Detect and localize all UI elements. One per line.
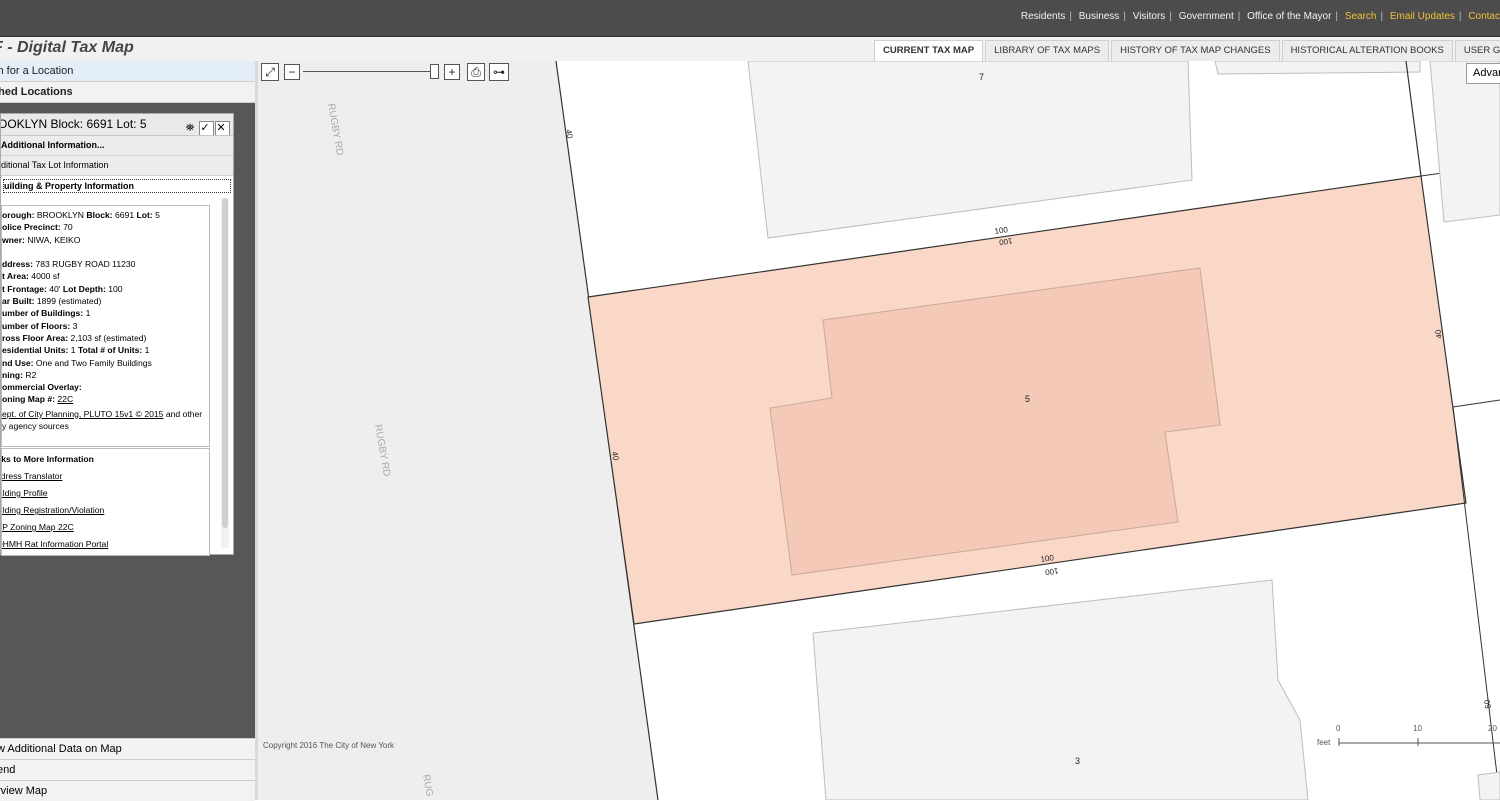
lot-line-right-mid [1452, 399, 1500, 408]
top-nav-links: Residents | Business | Visitors | Governmen… [1020, 11, 1500, 22]
dim-label-far-right: 50 [1482, 698, 1493, 709]
zoom-extent-icon[interactable]: ⤢ [261, 63, 279, 81]
dim-label-left-top: 40 [564, 129, 575, 140]
nav-link-contact[interactable]: Contac [1468, 11, 1500, 22]
info-address-line: ddress: 783 RUGBY ROAD 11230 [2, 259, 136, 270]
close-icon[interactable]: ✕ [215, 121, 230, 135]
main-tabs: CURRENT TAX MAP LIBRARY OF TAX MAPS HISTOR… [874, 40, 1500, 61]
additional-info-row[interactable]: Additional Information... [1, 136, 233, 156]
result-title-bar: OOKLYN Block: 6691 Lot: 5 ⛯ ✓ ✕ [1, 114, 233, 136]
measure-icon[interactable]: ⊶ [489, 63, 509, 81]
map-drawing: RUGBY RD RUGBY RD RUG 7 5 3 40 40 40 100… [258, 61, 1500, 800]
info-year-built-line: ar Built: 1899 (estimated) [2, 296, 102, 307]
zoom-out-icon[interactable]: − [284, 64, 300, 80]
link-rat-info-portal[interactable]: OHMH Rat Information Portal [2, 536, 209, 553]
scale-tick-0: 0 [1336, 724, 1341, 733]
nav-link-business[interactable]: Business [1079, 11, 1120, 22]
nav-link-office-of-mayor[interactable]: Office of the Mayor [1247, 11, 1331, 22]
result-title: OOKLYN Block: 6691 Lot: 5 [1, 117, 147, 131]
scrollbar-thumb[interactable] [222, 198, 228, 528]
nav-link-government[interactable]: Government [1179, 11, 1234, 22]
search-result-panel: OOKLYN Block: 6691 Lot: 5 ⛯ ✓ ✕ Additional… [0, 113, 234, 556]
top-navigation-bar: Residents | Business | Visitors | Governmen… [0, 0, 1500, 37]
building-lot-3 [812, 579, 1309, 800]
links-title: nks to More Information [1, 454, 94, 464]
link-building-registration[interactable]: uilding Registration/Violation [2, 502, 209, 519]
info-scrollbar[interactable] [221, 198, 229, 548]
info-lot-area-line: t Area: 4000 sf [2, 271, 60, 282]
info-num-floors-line: umber of Floors: 3 [2, 320, 78, 331]
advanced-button[interactable]: Advan [1466, 63, 1500, 84]
info-source-line-2: y agency sources [2, 421, 69, 432]
street-area [258, 61, 658, 800]
info-blank-line [2, 246, 209, 258]
info-zoning-map-line: oning Map #: 22C [2, 394, 74, 405]
dim-label-bottom-outer: 100 [1040, 553, 1055, 564]
scale-tick-20: 20 [1488, 724, 1497, 733]
info-source-line: ept. of City Planning, PLUTO 15v1 © 2015… [2, 408, 203, 419]
info-land-use-line: nd Use: One and Two Family Buildings [2, 357, 152, 368]
lot-label-3: 3 [1075, 756, 1080, 766]
dim-label-top-outer: 100 [994, 225, 1009, 236]
print-icon[interactable]: ⎙ [467, 63, 485, 81]
building-right-upper [1429, 61, 1500, 223]
search-location-header[interactable]: ch for a Location [0, 61, 255, 82]
link-building-profile[interactable]: uilding Profile [2, 485, 209, 502]
legend-header[interactable]: end [0, 759, 255, 780]
zoom-slider-knob[interactable] [430, 64, 439, 79]
building-top-right [1214, 61, 1421, 75]
info-frontage-line: t Frontage: 40' Lot Depth: 100 [2, 283, 123, 294]
pluto-source-link[interactable]: ept. of City Planning, PLUTO 15v1 © 2015 [2, 409, 163, 419]
additional-data-header[interactable]: w Additional Data on Map [0, 738, 255, 759]
info-commercial-overlay-line: ommercial Overlay: [2, 382, 82, 393]
tab-history-of-tax-map-changes[interactable]: HISTORY OF TAX MAP CHANGES [1111, 40, 1280, 61]
overview-map-header[interactable]: rview Map [0, 780, 255, 801]
zoom-slider-track[interactable] [303, 71, 433, 72]
link-zoning-map[interactable]: CP Zoning Map 22C [2, 519, 209, 536]
zoom-in-icon[interactable]: + [444, 64, 460, 80]
tax-lot-info-row[interactable]: ditional Tax Lot Information [1, 156, 233, 176]
dim-label-bottom-inner: 100 [1044, 566, 1059, 577]
lot-label-7: 7 [979, 72, 984, 82]
building-property-info-row[interactable]: uilding & Property Information [3, 179, 231, 193]
binoculars-icon[interactable]: ⛯ [185, 122, 198, 135]
more-info-links-box: nks to More Information ddress Translato… [1, 448, 210, 556]
nav-link-email-updates[interactable]: Email Updates [1390, 11, 1455, 22]
zoning-map-link[interactable]: 22C [57, 394, 73, 404]
check-icon[interactable]: ✓ [199, 121, 214, 135]
info-borough-line: orough: BROOKLYN Block: 6691 Lot: 5 [2, 210, 160, 220]
sidebar: ch for a Location ched Locations OOKLYN … [0, 61, 255, 801]
lot-line-far-right [1452, 406, 1500, 800]
scale-tick-10: 10 [1413, 724, 1422, 733]
scale-unit-label: feet [1317, 738, 1331, 747]
info-zoning-line: ning: R2 [2, 369, 37, 380]
tax-map-canvas[interactable]: RUGBY RD RUGBY RD RUG 7 5 3 40 40 40 100… [258, 61, 1500, 800]
tab-current-tax-map[interactable]: CURRENT TAX MAP [874, 40, 984, 61]
nav-link-search[interactable]: Search [1345, 11, 1377, 22]
dim-label-top-inner: 100 [998, 236, 1013, 247]
tab-user-guide[interactable]: USER GU [1454, 40, 1500, 61]
lot-line-top-right [1405, 61, 1422, 177]
building-bottom-right [1477, 771, 1500, 800]
info-units-line: esidential Units: 1 Total # of Units: 1 [2, 345, 150, 356]
tab-library-of-tax-maps[interactable]: LIBRARY OF TAX MAPS [985, 40, 1110, 61]
info-num-buildings-line: umber of Buildings: 1 [2, 308, 91, 319]
map-copyright: Copyright 2016 The City of New York [263, 741, 395, 750]
app-title: F - Digital Tax Map [0, 39, 134, 56]
tab-historical-alteration-books[interactable]: HISTORICAL ALTERATION BOOKS [1281, 40, 1453, 61]
link-address-translator[interactable]: ddress Translator [2, 468, 209, 485]
info-owner-line: wner: NIWA, KEIKO [2, 234, 81, 245]
lot-label-5: 5 [1025, 394, 1030, 404]
building-lot-7 [747, 61, 1193, 239]
searched-locations-header[interactable]: ched Locations [0, 82, 255, 103]
property-info-box: orough: BROOKLYN Block: 6691 Lot: 5 olic… [1, 205, 210, 447]
nav-link-residents[interactable]: Residents [1021, 11, 1065, 22]
info-precinct-line: olice Precinct: 70 [2, 222, 73, 233]
nav-link-visitors[interactable]: Visitors [1133, 11, 1166, 22]
info-floor-area-line: ross Floor Area: 2,103 sf (estimated) [2, 332, 147, 343]
